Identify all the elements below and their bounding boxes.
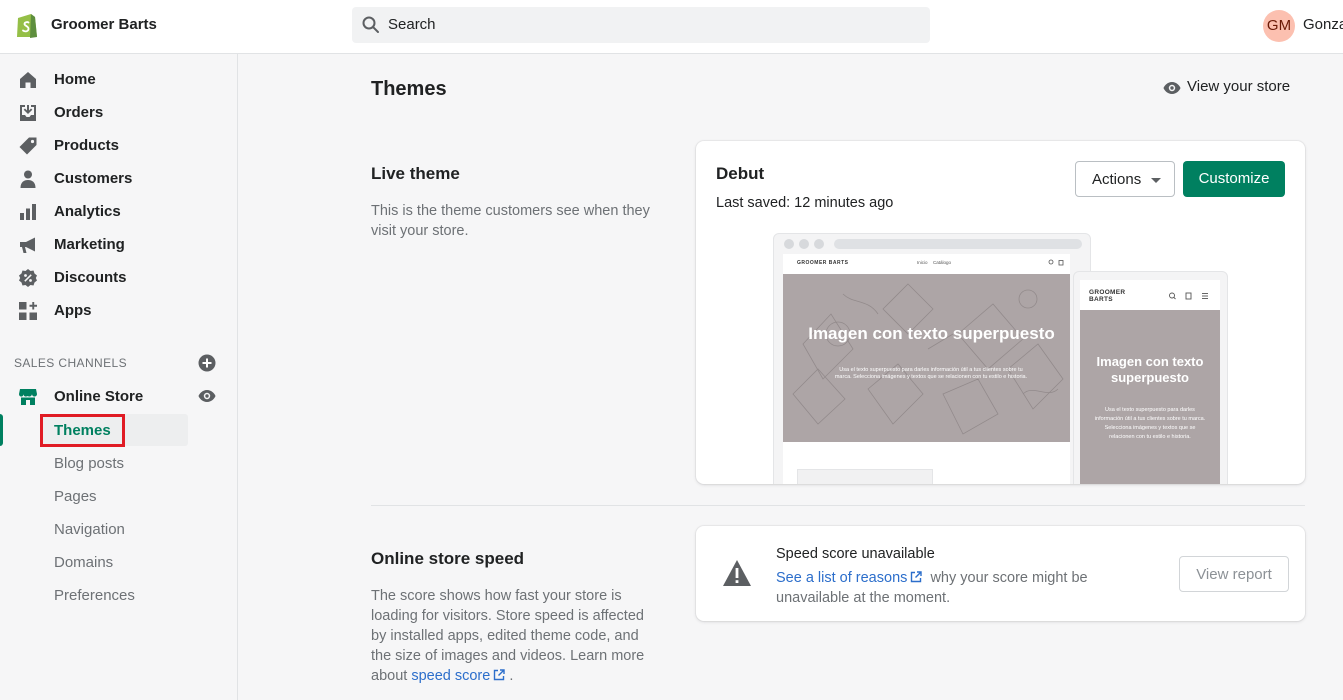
page-title: Themes — [371, 78, 447, 100]
sidebar-item-label: Marketing — [54, 236, 125, 253]
home-icon — [20, 72, 36, 88]
sidebar-item-analytics[interactable]: Analytics — [0, 196, 237, 229]
view-report-label: View report — [1196, 566, 1272, 583]
speed-card: Speed score unavailable See a list of re… — [696, 526, 1305, 621]
external-link-icon — [494, 669, 506, 681]
actions-button[interactable]: Actions — [1075, 161, 1175, 197]
sidebar-item-label: Orders — [54, 104, 104, 121]
sidebar-item-label: Online Store — [54, 388, 144, 405]
sidebar-item-products[interactable]: Products — [0, 130, 237, 163]
sidebar-item-customers[interactable]: Customers — [0, 163, 237, 196]
speed-card-text: See a list of reasons why your score mig… — [776, 568, 1116, 608]
mobile-hero-subtitle: Usa el texto superpuesto para darles inf… — [1094, 407, 1206, 440]
sidebar-item-apps[interactable]: Apps — [0, 295, 237, 328]
theme-card: Debut Last saved: 12 minutes ago Actions… — [696, 141, 1305, 484]
search-icon — [362, 16, 379, 33]
tag-icon — [19, 137, 37, 155]
sidebar-item-label: Customers — [54, 170, 133, 187]
speed-heading: Online store speed — [371, 549, 525, 568]
view-store-label: View your store — [1187, 78, 1291, 95]
live-theme-heading: Live theme — [371, 164, 460, 183]
active-indicator — [0, 414, 3, 446]
shopify-logo-icon[interactable] — [14, 11, 40, 39]
sidebar-item-label: Analytics — [54, 203, 121, 220]
desktop-hero: Imagen con texto superpuesto Usa el text… — [783, 274, 1070, 442]
sales-channels-heading: SALES CHANNELS — [14, 356, 127, 370]
sidebar-item-home[interactable]: Home — [0, 64, 237, 97]
mobile-preview[interactable]: GROOMER BARTS Imagen con texto superpues… — [1073, 271, 1228, 484]
sidebar-item-discounts[interactable]: Discounts — [0, 262, 237, 295]
add-channel-icon[interactable] — [198, 354, 216, 372]
search-placeholder: Search — [388, 16, 436, 33]
speed-card-title: Speed score unavailable — [776, 546, 935, 562]
reasons-link[interactable]: See a list of reasons — [776, 570, 923, 586]
sidebar-item-orders[interactable]: Orders — [0, 97, 237, 130]
hero-title: Imagen con texto superpuesto — [808, 324, 1055, 343]
sidebar-subitem-label[interactable]: Themes — [54, 422, 111, 439]
last-saved: Last saved: 12 minutes ago — [716, 195, 894, 211]
mobile-page: GROOMER BARTS Imagen con texto superpues… — [1080, 280, 1220, 484]
sidebar-subitem-blog-posts[interactable]: Blog posts — [54, 455, 124, 472]
theme-name: Debut — [716, 164, 765, 183]
sidebar-item-label: Home — [54, 71, 96, 88]
sidebar-item-label: Discounts — [54, 269, 127, 286]
mobile-brand-line: GROOMER — [1089, 289, 1126, 296]
mobile-hero: Imagen con texto superpuesto Usa el text… — [1080, 310, 1220, 484]
desktop-content-block — [797, 469, 933, 484]
sidebar-item-marketing[interactable]: Marketing — [0, 229, 237, 262]
sidebar-subitem-preferences[interactable]: Preferences — [54, 587, 135, 604]
speed-score-link-label: speed score — [411, 668, 491, 684]
mobile-brand: GROOMER BARTS — [1089, 289, 1125, 303]
top-bar: Groomer Barts Search GM Gonza — [0, 0, 1343, 54]
sidebar-subitem-navigation[interactable]: Navigation — [54, 521, 125, 538]
customize-label: Customize — [1198, 170, 1270, 187]
sidebar-subitem-domains[interactable]: Domains — [54, 554, 113, 571]
store-name[interactable]: Groomer Barts — [51, 16, 157, 33]
mobile-hero-title: Imagen con texto superpuesto — [1096, 354, 1204, 385]
external-link-icon — [911, 571, 923, 583]
warning-icon — [723, 560, 751, 586]
desktop-preview[interactable]: GROOMER BARTS Inicio Catálogo Imagen con… — [773, 233, 1091, 484]
mobile-brand-line: BARTS — [1089, 296, 1113, 303]
section-divider — [371, 505, 1305, 506]
store-icon — [19, 389, 37, 405]
eye-icon — [1163, 82, 1181, 94]
view-report-button[interactable]: View report — [1179, 556, 1289, 592]
speed-description: The score shows how fast your store is l… — [371, 586, 661, 686]
sidebar-item-label: Products — [54, 137, 120, 154]
megaphone-icon — [20, 237, 35, 253]
desktop-nav-link: Catálogo — [933, 260, 952, 265]
search-input[interactable]: Search — [352, 7, 930, 43]
user-name[interactable]: Gonza — [1303, 16, 1343, 33]
desktop-brand: GROOMER BARTS — [797, 260, 849, 266]
avatar[interactable]: GM — [1263, 10, 1295, 42]
live-theme-description: This is the theme customers see when the… — [371, 203, 650, 239]
sidebar-item-label: Apps — [54, 302, 92, 319]
view-store-eye-icon[interactable] — [198, 389, 216, 403]
sidebar: Home Orders Products Customers Analytics… — [0, 54, 238, 700]
mobile-header-icons — [1169, 292, 1208, 300]
desktop-nav-link: Inicio — [917, 260, 928, 265]
customize-button[interactable]: Customize — [1183, 161, 1285, 197]
orders-icon — [20, 105, 36, 121]
url-bar — [834, 239, 1082, 249]
person-icon — [20, 170, 36, 188]
desktop-header: GROOMER BARTS Inicio Catálogo — [783, 254, 1070, 272]
speed-description-suffix: . — [509, 668, 514, 684]
desktop-page: GROOMER BARTS Inicio Catálogo Imagen con… — [783, 254, 1070, 484]
hero-pattern — [792, 283, 1064, 435]
sidebar-subitem-pages[interactable]: Pages — [54, 488, 97, 505]
header-icons — [1048, 259, 1064, 266]
caret-down-icon — [1151, 178, 1161, 183]
apps-icon — [19, 302, 37, 320]
actions-label: Actions — [1092, 171, 1142, 188]
speed-score-link[interactable]: speed score — [411, 668, 506, 684]
hero-subtitle: Usa el texto superpuesto para darles inf… — [834, 367, 1028, 380]
reasons-link-label: See a list of reasons — [776, 570, 908, 586]
bar-chart-icon — [20, 204, 36, 220]
discount-icon — [19, 269, 37, 287]
